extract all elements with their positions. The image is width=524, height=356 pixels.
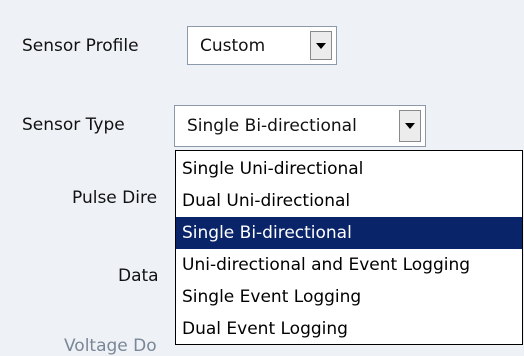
sensor-type-select[interactable]: Single Bi-directional xyxy=(174,105,426,147)
sensor-profile-select[interactable]: Custom xyxy=(187,26,337,65)
dropdown-option[interactable]: Uni-directional and Event Logging xyxy=(176,249,522,281)
dropdown-option[interactable]: Single Uni-directional xyxy=(176,153,522,185)
dropdown-option-selected[interactable]: Single Bi-directional xyxy=(176,217,522,249)
sensor-profile-label: Sensor Profile xyxy=(22,36,139,56)
chevron-down-icon xyxy=(316,42,326,49)
sensor-profile-value: Custom xyxy=(200,35,266,56)
sensor-type-dropdown-button[interactable] xyxy=(399,110,421,142)
sensor-type-dropdown-list: Single Uni-directional Dual Uni-directio… xyxy=(175,150,523,345)
voltage-label: Voltage Do xyxy=(64,336,157,356)
dropdown-option[interactable]: Dual Event Logging xyxy=(176,313,522,345)
chevron-down-icon xyxy=(405,123,415,129)
data-label: Data xyxy=(118,266,159,286)
pulse-direction-label: Pulse Dire xyxy=(72,188,158,208)
sensor-type-value: Single Bi-directional xyxy=(187,116,357,136)
sensor-type-label: Sensor Type xyxy=(22,115,125,135)
dropdown-option[interactable]: Single Event Logging xyxy=(176,281,522,313)
settings-panel: Sensor Profile Custom Sensor Type Single… xyxy=(0,0,524,356)
sensor-profile-dropdown-button[interactable] xyxy=(310,31,332,60)
dropdown-option[interactable]: Dual Uni-directional xyxy=(176,185,522,217)
